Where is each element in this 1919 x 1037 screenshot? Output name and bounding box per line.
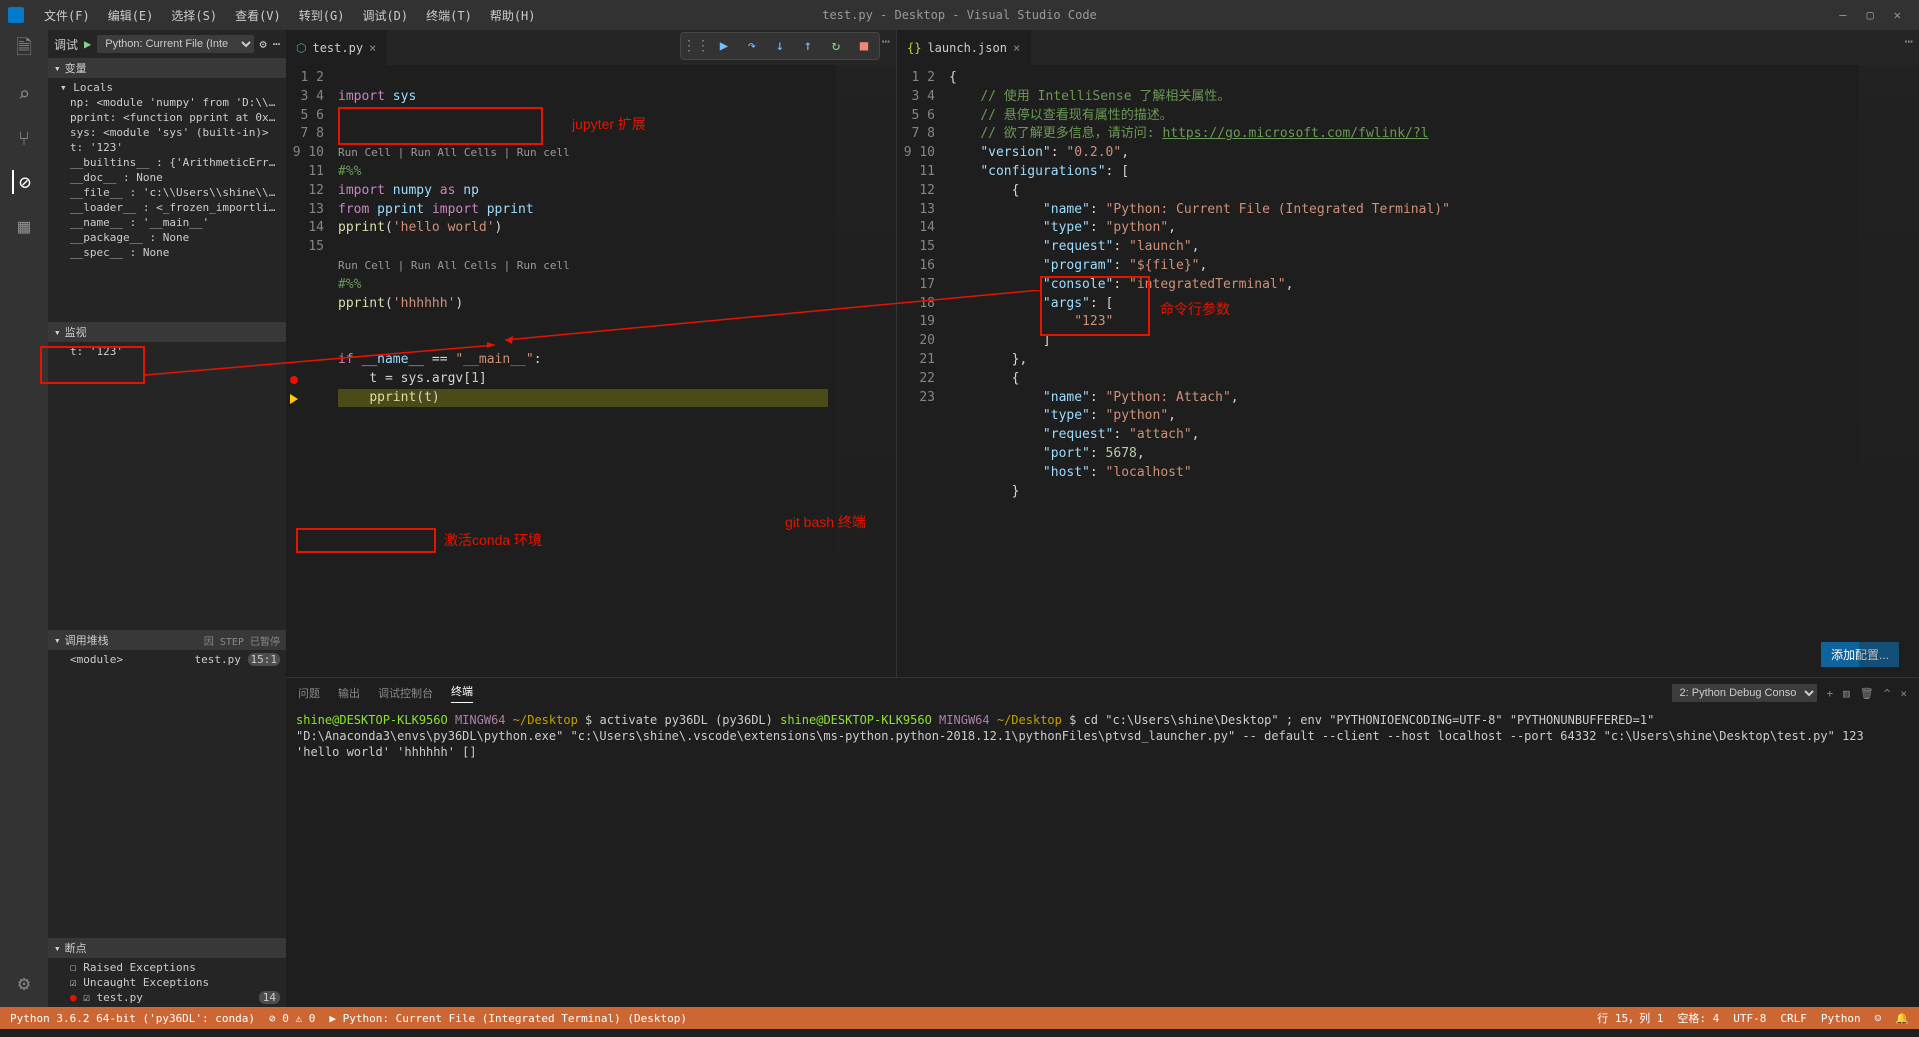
variable-row[interactable]: sys: <module 'sys' (built-in)> — [48, 125, 286, 140]
gear-icon[interactable]: ⚙ — [260, 37, 267, 51]
variable-row[interactable]: np: <module 'numpy' from 'D:\\Anaconda… — [48, 95, 286, 110]
watch-row[interactable]: t: '123' — [48, 344, 286, 359]
callstack-row[interactable]: <module>test.py 15:1 — [48, 652, 286, 667]
status-debug[interactable]: ▶ Python: Current File (Integrated Termi… — [329, 1012, 687, 1025]
python-file-icon: ⬡ — [296, 41, 306, 55]
close-panel-icon[interactable]: × — [1900, 687, 1907, 700]
watch-section[interactable]: ▾ 监视 — [48, 322, 286, 342]
menu-view[interactable]: 查看(V) — [227, 3, 289, 28]
tab-launchjson[interactable]: {} launch.json × — [897, 30, 1031, 65]
status-line[interactable]: 行 15，列 1 — [1597, 1010, 1663, 1026]
step-over-icon[interactable]: ↷ — [741, 35, 763, 57]
line-gutter: 1 2 3 4 5 6 7 8 9 10 11 12 13 14 15 — [286, 65, 338, 677]
debug-icon[interactable]: ⊘ — [12, 170, 36, 194]
tab-close-icon[interactable]: × — [369, 41, 376, 55]
search-icon[interactable]: ⌕ — [12, 82, 36, 106]
stop-icon[interactable]: ■ — [853, 35, 875, 57]
variable-row[interactable]: __package__ : None — [48, 230, 286, 245]
debug-sidebar: 调试 ▶ Python: Current File (Inte ⚙ ⋯ ▾ 变量… — [48, 30, 286, 1007]
status-problems[interactable]: ⊘ 0 ⚠ 0 — [269, 1012, 315, 1025]
breakpoint-row[interactable]: ☑ Uncaught Exceptions — [48, 975, 286, 990]
breakpoints-section[interactable]: ▾ 断点 — [48, 938, 286, 958]
close-icon[interactable]: ✕ — [1894, 8, 1901, 22]
editor-tabs-right: {} launch.json × ⋯ — [897, 30, 1919, 65]
panel-tab-debugconsole[interactable]: 调试控制台 — [378, 685, 433, 701]
status-lang[interactable]: Python — [1821, 1012, 1861, 1025]
bottom-panel: 问题 输出 调试控制台 终端 2: Python Debug Conso + ▥… — [286, 677, 1919, 1007]
status-encoding[interactable]: UTF-8 — [1733, 1012, 1766, 1025]
minimap[interactable] — [1859, 65, 1919, 677]
scm-icon[interactable]: ⑂ — [12, 126, 36, 150]
variable-row[interactable]: __loader__ : <_frozen_importlib_externa… — [48, 200, 286, 215]
json-file-icon: {} — [907, 41, 921, 55]
settings-gear-icon[interactable]: ⚙ — [12, 971, 36, 995]
tab-label: test.py — [312, 41, 363, 55]
debug-config-dropdown[interactable]: Python: Current File (Inte — [97, 35, 253, 53]
debug-toolbar[interactable]: ⋮⋮ ▶ ↷ ↓ ↑ ↻ ■ — [680, 32, 880, 60]
more-actions-icon[interactable]: ⋯ — [882, 34, 890, 50]
menu-go[interactable]: 转到(G) — [291, 3, 353, 28]
breakpoint-row[interactable]: ☐ Raised Exceptions — [48, 960, 286, 975]
tab-close-icon[interactable]: × — [1013, 41, 1020, 55]
status-bell-icon[interactable]: 🔔 — [1895, 1012, 1909, 1025]
more-icon[interactable]: ⋯ — [273, 37, 280, 51]
continue-icon[interactable]: ▶ — [713, 35, 735, 57]
menu-selection[interactable]: 选择(S) — [163, 3, 225, 28]
drag-handle-icon[interactable]: ⋮⋮ — [685, 35, 707, 57]
split-terminal-icon[interactable]: ▥ — [1843, 687, 1850, 700]
kill-terminal-icon[interactable]: 🗑 — [1860, 687, 1874, 700]
menu-debug[interactable]: 调试(D) — [354, 3, 416, 28]
activity-bar: 🗎 ⌕ ⑂ ⊘ ▦ ⚙ — [0, 30, 48, 1007]
extensions-icon[interactable]: ▦ — [12, 214, 36, 238]
titlebar: 文件(F) 编辑(E) 选择(S) 查看(V) 转到(G) 调试(D) 终端(T… — [0, 0, 1919, 30]
breakpoint-row[interactable]: ● ☑ test.py14 — [48, 990, 286, 1005]
variable-row[interactable]: __file__ : 'c:\\Users\\shine\\Desktop\\… — [48, 185, 286, 200]
debug-label: 调试 — [54, 36, 78, 53]
tab-testpy[interactable]: ⬡ test.py × — [286, 30, 387, 65]
step-into-icon[interactable]: ↓ — [769, 35, 791, 57]
variable-row[interactable]: __builtins__ : {'ArithmeticError': <cla… — [48, 155, 286, 170]
code-editor-left[interactable]: import sys Run Cell | Run All Cells | Ru… — [338, 65, 896, 677]
status-spaces[interactable]: 空格: 4 — [1677, 1010, 1719, 1026]
menu-file[interactable]: 文件(F) — [36, 3, 98, 28]
terminal[interactable]: shine@DESKTOP-KLK956O MINGW64 ~/Desktop … — [286, 708, 1919, 1007]
menu-terminal[interactable]: 终端(T) — [418, 3, 480, 28]
variable-row[interactable]: __name__ : '__main__' — [48, 215, 286, 230]
variable-row[interactable]: __doc__ : None — [48, 170, 286, 185]
statusbar: Python 3.6.2 64-bit ('py36DL': conda) ⊘ … — [0, 1007, 1919, 1029]
variables-section[interactable]: ▾ 变量 — [48, 58, 286, 78]
status-python[interactable]: Python 3.6.2 64-bit ('py36DL': conda) — [10, 1012, 255, 1025]
locals-scope[interactable]: ▾ Locals — [48, 80, 286, 95]
menu-help[interactable]: 帮助(H) — [482, 3, 544, 28]
panel-tab-problems[interactable]: 问题 — [298, 685, 320, 701]
maximize-icon[interactable]: ▢ — [1867, 8, 1874, 22]
minimap[interactable] — [836, 65, 896, 677]
restart-icon[interactable]: ↻ — [825, 35, 847, 57]
explorer-icon[interactable]: 🗎 — [12, 38, 36, 62]
variable-row[interactable]: pprint: <function pprint at 0x000002A4… — [48, 110, 286, 125]
variable-row[interactable]: __spec__ : None — [48, 245, 286, 260]
start-debug-icon[interactable]: ▶ — [84, 37, 91, 51]
callstack-section[interactable]: ▾ 调用堆栈因 STEP 已暂停 — [48, 630, 286, 650]
panel-tab-output[interactable]: 输出 — [338, 685, 360, 701]
menu-bar: 文件(F) 编辑(E) 选择(S) 查看(V) 转到(G) 调试(D) 终端(T… — [36, 3, 544, 28]
line-gutter-right: 1 2 3 4 5 6 7 8 9 10 11 12 13 14 15 16 1… — [897, 65, 949, 677]
maximize-panel-icon[interactable]: ^ — [1884, 687, 1891, 700]
panel-tab-terminal[interactable]: 终端 — [451, 683, 473, 703]
variable-row[interactable]: t: '123' — [48, 140, 286, 155]
new-terminal-icon[interactable]: + — [1827, 687, 1834, 700]
status-eol[interactable]: CRLF — [1780, 1012, 1807, 1025]
minimize-icon[interactable]: — — [1839, 8, 1846, 22]
code-editor-right[interactable]: { // 使用 IntelliSense 了解相关属性。 // 悬停以查看现有属… — [949, 65, 1919, 677]
tab-label: launch.json — [927, 41, 1006, 55]
status-feedback-icon[interactable]: ☺ — [1875, 1012, 1882, 1025]
step-out-icon[interactable]: ↑ — [797, 35, 819, 57]
more-actions-icon[interactable]: ⋯ — [1905, 34, 1913, 50]
menu-edit[interactable]: 编辑(E) — [100, 3, 162, 28]
terminal-dropdown[interactable]: 2: Python Debug Conso — [1672, 684, 1817, 702]
window-title: test.py - Desktop - Visual Studio Code — [822, 8, 1097, 22]
vscode-logo-icon — [8, 7, 24, 23]
